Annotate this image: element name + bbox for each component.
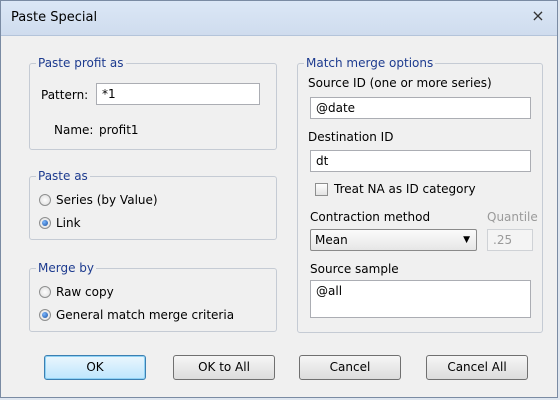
radio-label: General match merge criteria	[56, 308, 235, 322]
close-icon[interactable]: ×	[529, 7, 547, 25]
contraction-method-select[interactable]: Mean ▼	[310, 229, 477, 251]
contraction-method-label: Contraction method	[310, 210, 431, 224]
ok-button[interactable]: OK	[44, 355, 146, 380]
radio-button[interactable]	[39, 194, 51, 206]
paste-profit-legend: Paste profit as	[36, 56, 126, 70]
quantile-label: Quantile	[487, 210, 538, 224]
treat-na-checkbox-row[interactable]: Treat NA as ID category	[315, 182, 476, 196]
name-label: Name:	[54, 123, 94, 137]
radio-raw-copy[interactable]: Raw copy	[39, 285, 114, 299]
chevron-down-icon: ▼	[463, 235, 470, 245]
destination-id-input[interactable]: dt	[310, 150, 531, 172]
source-sample-input[interactable]: @all	[310, 280, 531, 318]
name-value: profit1	[99, 123, 139, 137]
pattern-label: Pattern:	[41, 88, 89, 102]
paste-special-dialog: Paste Special × Paste profit as Pattern:…	[0, 0, 558, 398]
treat-na-label: Treat NA as ID category	[334, 182, 476, 196]
cancel-button[interactable]: Cancel	[299, 355, 401, 380]
radio-button[interactable]	[39, 286, 51, 298]
treat-na-checkbox[interactable]	[315, 182, 328, 196]
radio-button-selected[interactable]	[39, 309, 51, 321]
radio-series-by-value[interactable]: Series (by Value)	[39, 193, 158, 207]
match-merge-legend: Match merge options	[304, 56, 436, 70]
quantile-input: .25	[487, 229, 533, 251]
paste-profit-group: Paste profit as Pattern: *1 Name: profit…	[29, 56, 277, 150]
radio-general-match-merge[interactable]: General match merge criteria	[39, 308, 234, 322]
merge-by-legend: Merge by	[36, 261, 96, 275]
radio-label: Series (by Value)	[56, 193, 158, 207]
source-sample-label: Source sample	[310, 262, 399, 276]
source-id-label: Source ID (one or more series)	[308, 76, 492, 90]
pattern-input[interactable]: *1	[96, 83, 260, 105]
cancel-all-button[interactable]: Cancel All	[426, 355, 528, 380]
radio-label: Link	[56, 216, 81, 230]
contraction-method-value: Mean	[315, 233, 348, 247]
dialog-title: Paste Special	[11, 10, 98, 25]
source-id-input[interactable]: @date	[310, 97, 531, 119]
match-merge-group: Match merge options Source ID (one or mo…	[297, 56, 543, 333]
paste-as-group: Paste as Series (by Value) Link	[29, 169, 277, 240]
radio-link[interactable]: Link	[39, 216, 81, 230]
radio-label: Raw copy	[56, 285, 114, 299]
ok-to-all-button[interactable]: OK to All	[173, 355, 275, 380]
destination-id-label: Destination ID	[308, 130, 394, 144]
merge-by-group: Merge by Raw copy General match merge cr…	[29, 261, 277, 332]
radio-button-selected[interactable]	[39, 217, 51, 229]
paste-as-legend: Paste as	[36, 169, 90, 183]
title-bar: Paste Special ×	[1, 1, 557, 36]
